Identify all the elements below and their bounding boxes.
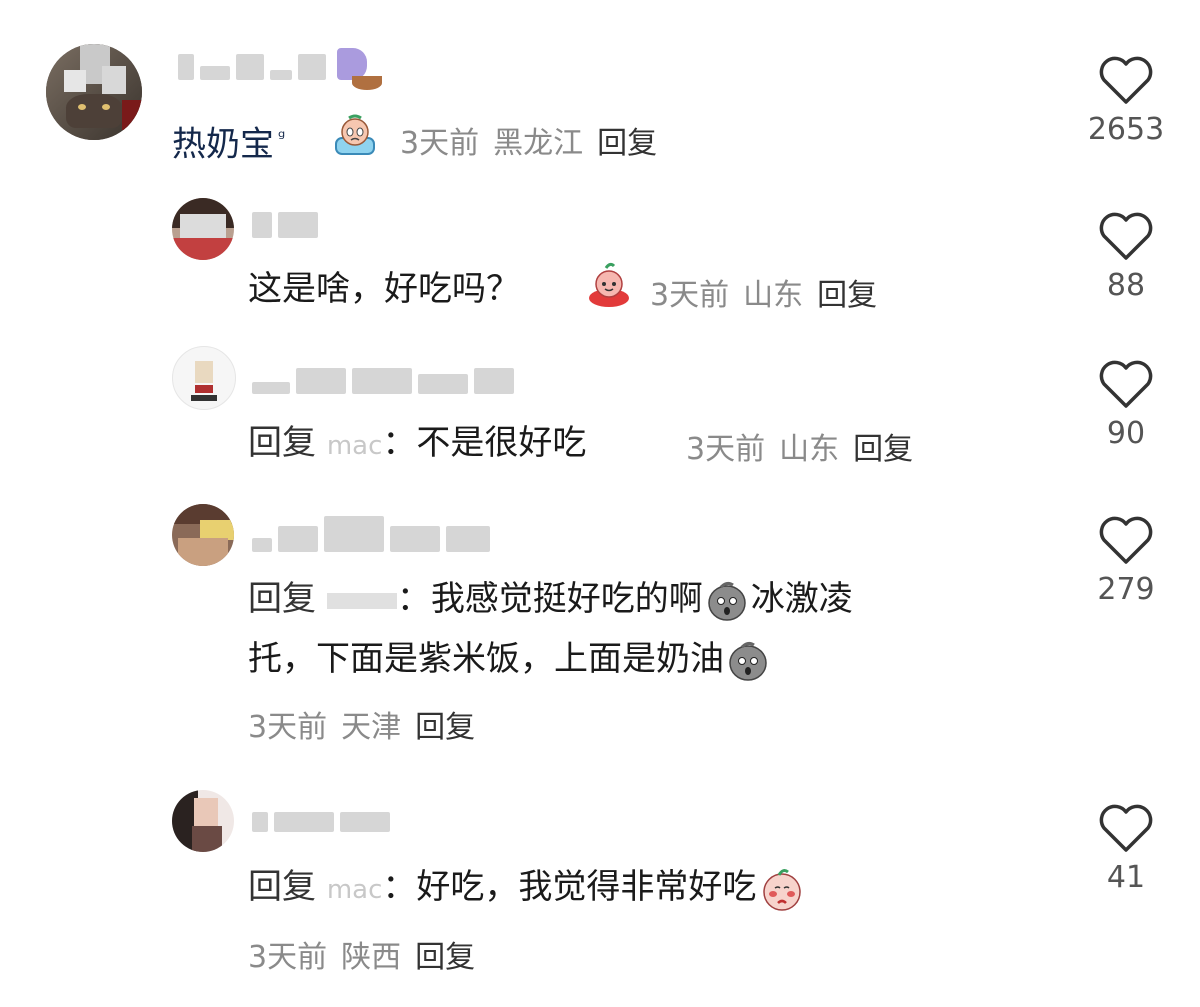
like-button[interactable]: 2653 [1076,56,1176,147]
comment-text[interactable]: 回复 mac：好吃，我觉得非常好吃 [248,862,806,915]
comment-text[interactable]: 热奶宝 ᵍ [172,113,285,169]
reply-prefix: 回复 [248,579,316,619]
username[interactable] [252,212,324,240]
comment-time: 3天前 [248,940,328,975]
like-count: 279 [1097,572,1155,607]
like-button[interactable]: 279 [1076,516,1176,607]
comment-text-line2[interactable]: 托，下面是紫米饭，上面是奶油 [248,634,770,684]
heart-outline-icon[interactable] [1098,516,1154,566]
shocked-potato-icon [726,639,770,683]
comment-location: 黑龙江 [493,126,584,161]
like-button[interactable]: 41 [1076,804,1176,895]
username[interactable] [178,48,373,80]
comment-meta: 3天前 天津 回复 [248,702,489,746]
comment-time: 3天前 [686,432,766,467]
shy-peach-sticker-icon [758,865,806,913]
comment-location: 天津 [341,710,402,745]
comment-text[interactable]: 这是啥，好吃吗？ [248,264,520,314]
shocked-potato-icon [705,579,749,623]
reply-prefix: 回复 [248,423,316,463]
reply-button[interactable]: 回复 [415,940,475,975]
like-count: 88 [1106,268,1146,303]
comment-text-value: 我感觉挺好吃的啊 [430,579,703,619]
comment-text-value-cont: 冰激凌 [750,579,853,619]
heart-outline-icon[interactable] [1098,56,1154,106]
heart-outline-icon[interactable] [1098,360,1154,410]
heart-outline-icon[interactable] [1098,804,1154,854]
comment-text[interactable]: 回复 ：我感觉挺好吃的啊 冰激凌 [248,574,853,624]
comment-location: 山东 [743,278,804,313]
comment-text-value: 不是很好吃 [416,423,587,463]
smile-sticker-icon [584,262,634,308]
search-icon[interactable]: ᵍ [278,127,285,148]
reply-prefix: 回复 [248,867,316,907]
pudding-sticker-icon [352,76,382,90]
reply-button[interactable]: 回复 [817,278,877,313]
username[interactable] [252,516,496,552]
comment-time: 3天前 [400,126,480,161]
comment-text-value: 托，下面是紫米饭，上面是奶油 [248,639,724,679]
username[interactable] [252,806,396,834]
heart-outline-icon[interactable] [1098,212,1154,262]
reply-target[interactable]: mac [327,431,383,461]
comment-location: 山东 [779,432,840,467]
crying-sticker-icon [333,114,377,158]
reply-button[interactable]: 回复 [415,710,475,745]
comment-text-value: 好吃，我觉得非常好吃 [416,867,757,907]
avatar[interactable] [46,44,142,140]
avatar[interactable] [172,504,234,566]
comment-text[interactable]: 回复 mac：不是很好吃 [248,418,586,471]
like-count: 41 [1106,860,1146,895]
like-count: 2653 [1087,112,1165,147]
comment-meta: 3天前 山东 回复 [650,270,891,314]
avatar[interactable] [172,346,236,410]
reply-button[interactable]: 回复 [853,432,913,467]
comment-meta: 3天前 山东 回复 [686,424,927,468]
comment-meta: 3天前 陕西 回复 [248,932,489,976]
reply-target[interactable]: mac [327,875,383,905]
avatar[interactable] [172,198,234,260]
comment-text-value: 热奶宝 [172,124,274,165]
comment-time: 3天前 [248,710,328,745]
avatar[interactable] [172,790,234,852]
like-button[interactable]: 90 [1076,360,1176,451]
reply-button[interactable]: 回复 [597,126,657,161]
comment-location: 陕西 [341,940,402,975]
like-count: 90 [1106,416,1146,451]
username[interactable] [252,368,520,396]
reply-target[interactable] [326,592,397,609]
comment-time: 3天前 [650,278,730,313]
like-button[interactable]: 88 [1076,212,1176,303]
comment-meta: 3天前 黑龙江 回复 [400,118,671,162]
